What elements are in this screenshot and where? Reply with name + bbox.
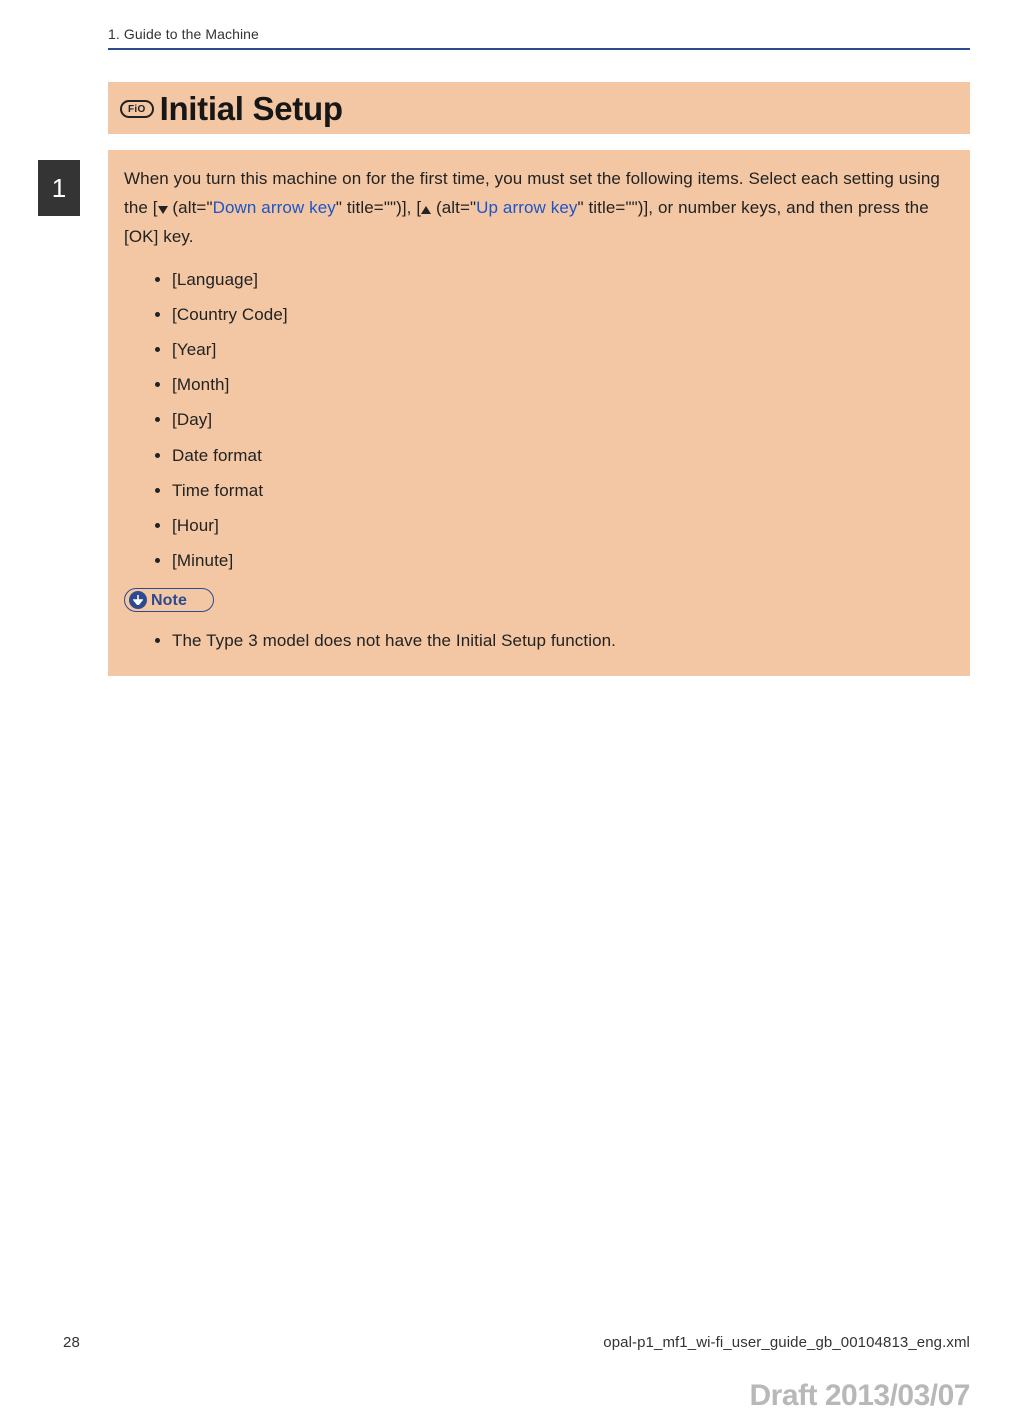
list-item: [Country Code] [172, 297, 954, 332]
text-segment: (alt=" [168, 198, 213, 217]
fio-badge: FiO [120, 100, 154, 118]
list-item: [Minute] [172, 543, 954, 578]
list-item: [Language] [172, 262, 954, 297]
down-arrow-icon [158, 206, 168, 214]
list-item: [Day] [172, 402, 954, 437]
up-arrow-icon [421, 206, 431, 214]
note-label: Note [151, 587, 187, 615]
list-item: [Month] [172, 367, 954, 402]
note-tag: Note [124, 588, 214, 612]
list-item: [Hour] [172, 508, 954, 543]
breadcrumb: 1. Guide to the Machine [108, 26, 970, 50]
text-segment: " title="")], [ [336, 198, 421, 217]
section-body: When you turn this machine on for the fi… [108, 150, 970, 676]
text-segment: (alt=" [431, 198, 476, 217]
draft-watermark: Draft 2013/03/07 [750, 1379, 971, 1413]
setup-items-list: [Language] [Country Code] [Year] [Month]… [172, 262, 954, 579]
chapter-number: 1 [52, 173, 67, 204]
main-content: FiO Initial Setup When you turn this mac… [108, 82, 970, 676]
up-arrow-key-link[interactable]: Up arrow key [476, 198, 577, 217]
list-item: [Year] [172, 332, 954, 367]
section-title-bar: FiO Initial Setup [108, 82, 970, 134]
section-title: Initial Setup [160, 90, 343, 128]
breadcrumb-text: 1. Guide to the Machine [108, 26, 259, 42]
list-item: Date format [172, 438, 954, 473]
list-item: Time format [172, 473, 954, 508]
note-down-arrow-icon [129, 591, 147, 609]
page-number: 28 [63, 1334, 80, 1351]
chapter-side-tab: 1 [38, 160, 80, 216]
page-footer: 28 opal-p1_mf1_wi-fi_user_guide_gb_00104… [63, 1334, 970, 1351]
down-arrow-key-link[interactable]: Down arrow key [213, 198, 336, 217]
footer-filename: opal-p1_mf1_wi-fi_user_guide_gb_00104813… [603, 1334, 970, 1351]
list-item: The Type 3 model does not have the Initi… [172, 623, 954, 658]
note-list: The Type 3 model does not have the Initi… [172, 623, 954, 658]
intro-paragraph: When you turn this machine on for the fi… [124, 164, 954, 252]
